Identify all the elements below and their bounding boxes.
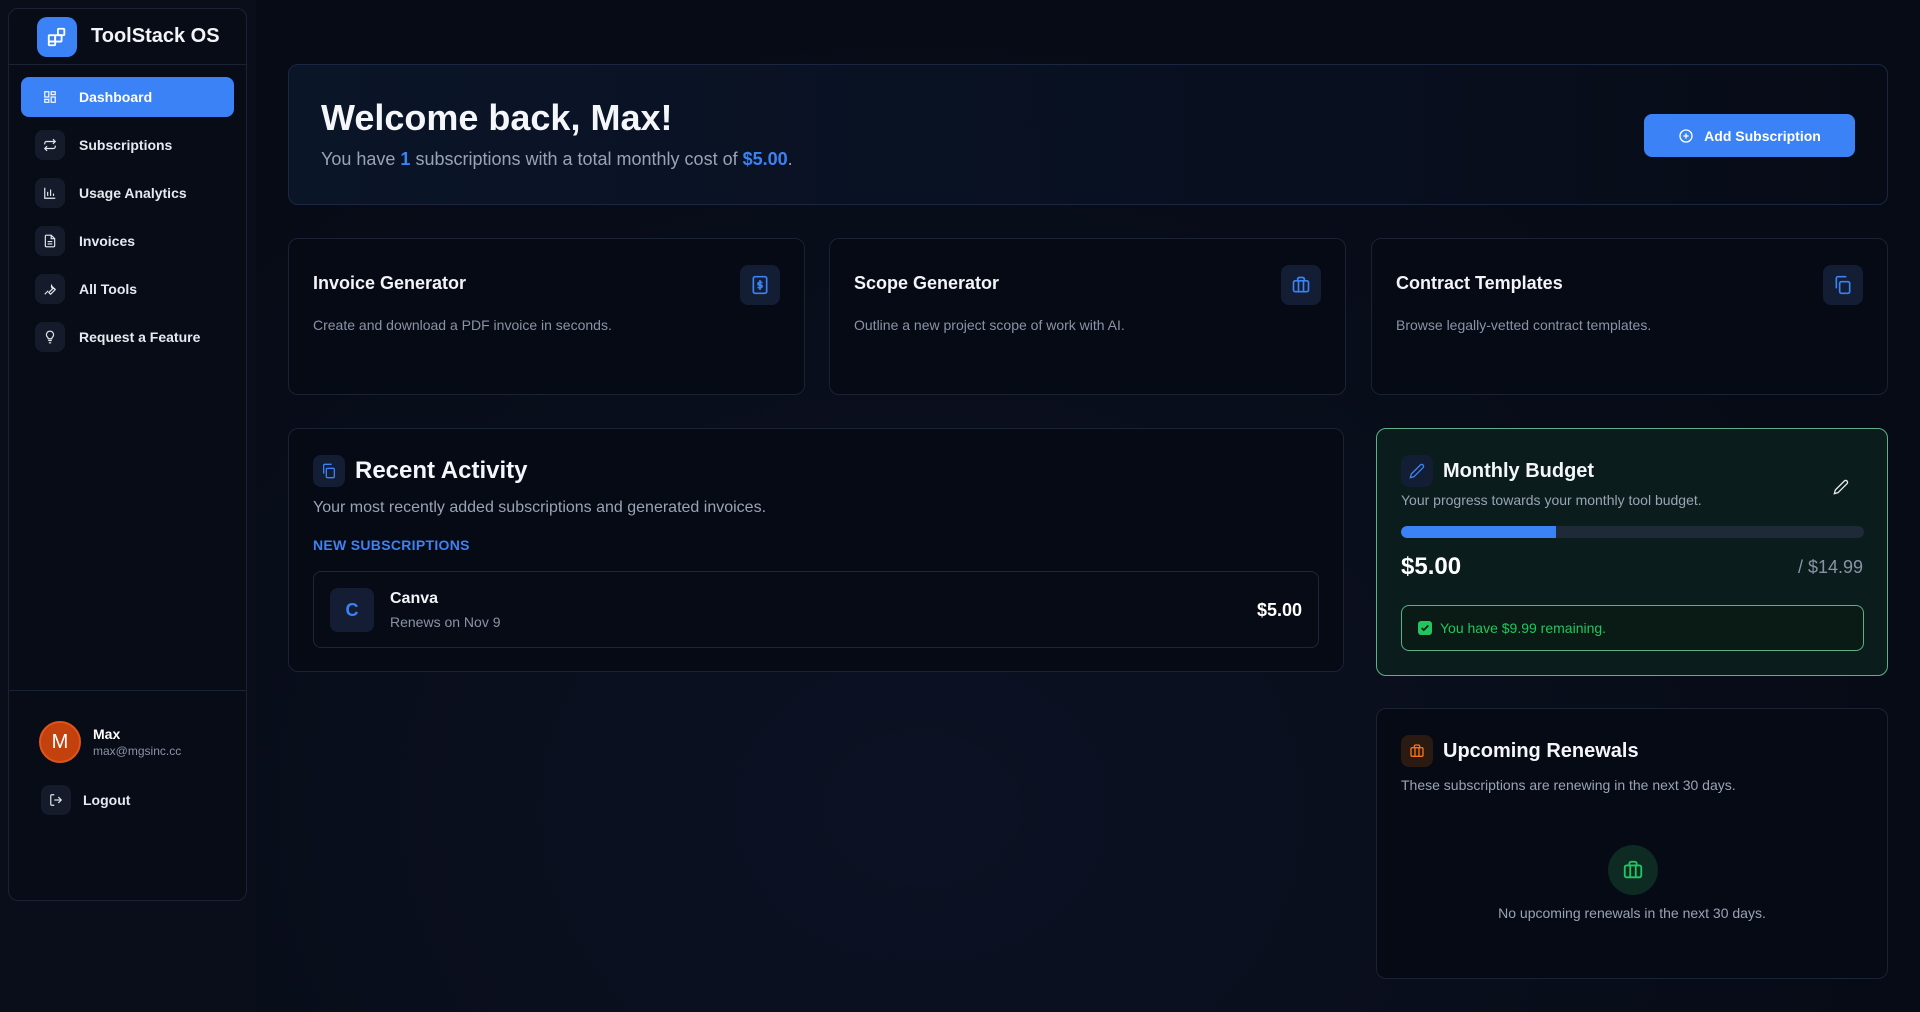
grid-icon xyxy=(35,82,65,112)
budget-remaining-text: You have $9.99 remaining. xyxy=(1440,620,1607,636)
sidebar-footer: M Max max@mgsinc.cc Logout xyxy=(9,690,246,815)
section-description: Your most recently added subscriptions a… xyxy=(313,499,767,516)
user-email: max@mgsinc.cc xyxy=(93,744,182,758)
invoice-dollar-icon xyxy=(740,265,780,305)
budget-remaining-notice: You have $9.99 remaining. xyxy=(1401,605,1864,651)
logout-icon xyxy=(41,785,71,815)
sidebar-item-usage-analytics[interactable]: Usage Analytics xyxy=(21,173,234,213)
logout-label: Logout xyxy=(83,792,131,808)
budget-spent: $5.00 xyxy=(1401,553,1462,580)
welcome-title: Welcome back, Max! xyxy=(321,97,673,138)
edit-budget-button[interactable] xyxy=(1831,477,1851,497)
summary-suffix: . xyxy=(787,149,793,169)
section-description: Your progress towards your monthly tool … xyxy=(1401,492,1702,508)
tool-card-scope-generator[interactable]: Scope Generator Outline a new project sc… xyxy=(829,238,1346,395)
pencil-icon xyxy=(1833,479,1849,495)
summary-middle: subscriptions with a total monthly cost … xyxy=(410,149,743,169)
section-title: Recent Activity xyxy=(355,457,528,484)
check-icon xyxy=(1418,621,1432,635)
tool-desc: Browse legally-vetted contract templates… xyxy=(1396,317,1652,333)
sidebar-item-invoices[interactable]: Invoices xyxy=(21,221,234,261)
briefcase-icon xyxy=(1608,845,1658,895)
monthly-total: $5.00 xyxy=(742,149,788,169)
sidebar: ToolStack OS Dashboard Subscriptions Usa… xyxy=(8,8,247,901)
tool-card-invoice-generator[interactable]: Invoice Generator Create and download a … xyxy=(288,238,805,395)
avatar: M xyxy=(39,721,81,763)
subscription-initial: C xyxy=(330,588,374,632)
pencil-icon xyxy=(1401,455,1433,487)
wrench-icon xyxy=(35,274,65,304)
sidebar-item-label: All Tools xyxy=(79,281,138,297)
copy-icon xyxy=(1823,265,1863,305)
add-subscription-label: Add Subscription xyxy=(1704,127,1821,144)
sidebar-item-label: Usage Analytics xyxy=(79,185,187,201)
welcome-banner: Welcome back, Max! You have 1 subscripti… xyxy=(288,64,1888,205)
sidebar-item-request-feature[interactable]: Request a Feature xyxy=(21,317,234,357)
tool-title: Scope Generator xyxy=(854,273,1000,293)
copy-icon xyxy=(313,455,345,487)
tool-card-contract-templates[interactable]: Contract Templates Browse legally-vetted… xyxy=(1371,238,1888,395)
section-description: These subscriptions are renewing in the … xyxy=(1401,777,1736,793)
sidebar-item-label: Subscriptions xyxy=(79,137,173,153)
subscription-price: $5.00 xyxy=(1256,600,1302,620)
subscription-count: 1 xyxy=(400,149,411,169)
lightbulb-icon xyxy=(35,322,65,352)
user-profile[interactable]: M Max max@mgsinc.cc xyxy=(39,721,246,763)
sidebar-item-dashboard[interactable]: Dashboard xyxy=(21,77,234,117)
tool-desc: Outline a new project scope of work with… xyxy=(854,317,1125,333)
add-subscription-button[interactable]: Add Subscription xyxy=(1644,114,1855,157)
subscription-renewal: Renews on Nov 9 xyxy=(390,614,501,630)
empty-state-text: No upcoming renewals in the next 30 days… xyxy=(1498,905,1766,921)
user-name: Max xyxy=(93,726,121,742)
subscription-name: Canva xyxy=(390,590,439,607)
repeat-icon xyxy=(35,130,65,160)
tool-desc: Create and download a PDF invoice in sec… xyxy=(313,317,612,333)
monthly-budget-panel: Monthly Budget Your progress towards you… xyxy=(1376,428,1888,676)
plus-circle-icon xyxy=(1679,128,1693,143)
budget-progress-fill xyxy=(1401,526,1556,538)
recent-activity-panel: Recent Activity Your most recently added… xyxy=(288,428,1344,672)
briefcase-icon xyxy=(1281,265,1321,305)
sidebar-nav: Dashboard Subscriptions Usage Analytics … xyxy=(9,65,246,357)
section-title: Monthly Budget xyxy=(1443,459,1595,482)
list-item[interactable]: C Canva Renews on Nov 9 $5.00 xyxy=(313,571,1319,648)
sidebar-item-label: Dashboard xyxy=(79,89,153,105)
sidebar-item-label: Request a Feature xyxy=(79,329,201,345)
welcome-summary: You have 1 subscriptions with a total mo… xyxy=(321,149,793,170)
app-name: ToolStack OS xyxy=(91,25,220,47)
logout-button[interactable]: Logout xyxy=(41,785,246,815)
sidebar-item-all-tools[interactable]: All Tools xyxy=(21,269,234,309)
upcoming-renewals-panel: Upcoming Renewals These subscriptions ar… xyxy=(1376,708,1888,979)
sidebar-item-label: Invoices xyxy=(79,233,136,249)
budget-progress-bar xyxy=(1401,526,1864,538)
briefcase-icon xyxy=(1401,735,1433,767)
app-logo-icon xyxy=(37,16,77,57)
budget-limit: / $14.99 xyxy=(1797,557,1863,577)
summary-prefix: You have xyxy=(321,149,401,169)
sidebar-item-subscriptions[interactable]: Subscriptions xyxy=(21,125,234,165)
file-text-icon xyxy=(35,226,65,256)
brand[interactable]: ToolStack OS xyxy=(9,9,246,65)
tool-title: Invoice Generator xyxy=(313,273,467,293)
bar-chart-icon xyxy=(35,178,65,208)
section-label: NEW SUBSCRIPTIONS xyxy=(313,537,470,553)
section-title: Upcoming Renewals xyxy=(1443,739,1639,762)
tool-title: Contract Templates xyxy=(1396,273,1563,293)
